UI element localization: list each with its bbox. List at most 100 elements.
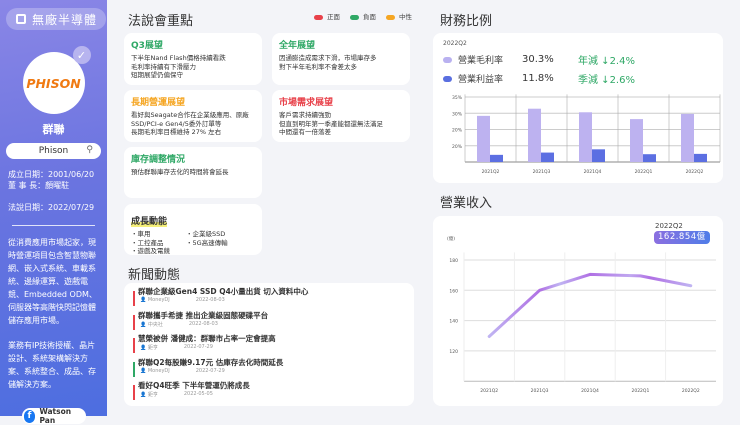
news-item[interactable]: 群聯企業級Gen4 SSD Q4小量出貨 切入資料中心👤 MoneyDJ 2022… — [130, 286, 408, 310]
y-tick-label: 120 — [449, 349, 458, 355]
news-date: 2022-08-03 — [189, 321, 218, 328]
user-icon: 👤 — [140, 322, 148, 328]
revenue-title: 營業收入 — [440, 192, 492, 211]
card-body: 預估群聯庫存去化的時間將會延長 — [131, 168, 255, 177]
bar-operating-margin — [541, 153, 554, 162]
sentiment-bar — [133, 385, 135, 400]
bar-operating-margin — [490, 155, 503, 162]
finance-card: 2022Q2 營業毛利率30.3%年減 ↓2.4%營業利益率11.8%季減 ↓2… — [433, 33, 723, 183]
card-growth: 成長動能 ・車用・企業級SSD・工控產品・5G高速傳輸・遊戲及電競 — [124, 204, 262, 255]
news-date: 2022-07-29 — [184, 344, 213, 351]
card-body: 客戶需求持續強勁 但直到明年第一季產能都還無法滿足 中間還有一倍落差 — [279, 111, 403, 137]
news-date: 2022-07-29 — [196, 368, 225, 374]
company-name: 群聯 — [8, 121, 99, 137]
legend-swatch — [386, 15, 395, 20]
card-title: 成長動能 — [131, 214, 167, 227]
card-body: 因通膨造成需求下滑，市場庫存多 對下半年毛利率不會差太多 — [279, 54, 403, 71]
x-tick-label: 2022Q2 — [682, 388, 700, 394]
news-title: 新聞動態 — [128, 264, 180, 283]
news-headline[interactable]: 看好Q4旺季 下半年營運仍將成長 — [138, 380, 408, 391]
bar-gross-margin — [630, 119, 643, 162]
sentiment-bar — [133, 362, 135, 377]
news-source: 👤 鉅亨 — [140, 344, 158, 351]
news-date: 2022-05-05 — [184, 391, 213, 398]
x-tick-label: 2021Q4 — [581, 388, 599, 394]
news-headline[interactable]: 群聯攜手希捷 推出企業級固態硬碟平台 — [138, 310, 408, 321]
revenue-card: 2022Q2 162.854億 (億) 1201401601802021Q220… — [433, 216, 723, 406]
news-item[interactable]: 慧榮被併 潘健成：群聯市占率一定會提高👤 鉅亨 2022-07-29 — [130, 333, 408, 357]
bar-gross-margin — [528, 109, 541, 162]
y-tick-label: 180 — [449, 258, 458, 264]
search-input[interactable]: Phison⚲ — [6, 143, 101, 159]
card-body: 下半年Nand Flash價格持續看跌 毛利率持續有下滑壓力 短期展望仍偏保守 — [131, 54, 255, 80]
card-title: 庫存調整情況 — [131, 152, 255, 165]
legend-item: 負面 — [350, 11, 376, 21]
search-icon[interactable]: ⚲ — [86, 145, 93, 155]
news-source: 👤 MoneyDJ — [140, 297, 170, 303]
verified-check-icon: ✓ — [73, 46, 91, 64]
y-tick-label: 35% — [452, 95, 463, 101]
highlight-card: 長期營運展望看好與Seagate合作在企業級應用、原廠 SSD/PCI-e Ge… — [124, 90, 262, 142]
chairman: 董 事 長：顏曜駐 — [8, 180, 99, 191]
conference-date: 法說日期：2022/07/29 — [8, 202, 99, 213]
growth-item: ・企業級SSD — [186, 230, 255, 239]
legend-swatch — [314, 15, 323, 20]
bar-operating-margin — [694, 154, 707, 162]
news-item[interactable]: 群聯Q2每股賺9.17元 估庫存去化時間延長👤 MoneyDJ2022-07-2… — [130, 357, 408, 381]
highlights-title: 法說會重點 — [128, 10, 193, 29]
x-tick-label: 2021Q3 — [533, 169, 551, 175]
bar-gross-margin — [477, 116, 490, 162]
y-tick-label: 140 — [449, 319, 458, 325]
growth-item: ・遊戲及電競 — [131, 247, 186, 256]
user-icon: 👤 — [140, 392, 148, 398]
highlight-card: Q3展望下半年Nand Flash價格持續看跌 毛利率持續有下滑壓力 短期展望仍… — [124, 33, 262, 85]
author-link[interactable]: fWatson Pan — [22, 408, 86, 424]
card-title: 長期營運展望 — [131, 95, 255, 108]
news-item[interactable]: 看好Q4旺季 下半年營運仍將成長👤 鉅亨2022-05-05 — [130, 380, 408, 404]
growth-item: ・車用 — [131, 230, 186, 239]
y-tick-label: 20% — [452, 144, 463, 150]
y-tick-label: 20% — [452, 128, 463, 134]
card-title: Q3展望 — [131, 38, 255, 51]
sentiment-bar — [133, 291, 135, 306]
legend-swatch — [350, 15, 359, 20]
bar-operating-margin — [592, 149, 605, 162]
legend-item: 正面 — [314, 11, 340, 21]
news-headline[interactable]: 慧榮被併 潘健成：群聯市占率一定會提高 — [138, 333, 408, 344]
card-body: 看好與Seagate合作在企業級應用、原廠 SSD/PCI-e Gen4/5委外… — [131, 111, 255, 137]
bar-gross-margin — [681, 114, 694, 162]
news-headline[interactable]: 群聯企業級Gen4 SSD Q4小量出貨 切入資料中心 — [138, 286, 408, 297]
highlight-card: 市場需求展望客戶需求持續強勁 但直到明年第一季產能都還無法滿足 中間還有一倍落差 — [272, 90, 410, 142]
revenue-line — [489, 274, 691, 336]
category-badge[interactable]: 無廠半導體 — [6, 8, 106, 30]
legend-item: 中性 — [386, 11, 412, 21]
user-icon: 👤 — [140, 368, 148, 374]
x-tick-label: 2021Q4 — [584, 169, 602, 175]
divider — [12, 225, 95, 226]
finance-title: 財務比例 — [440, 10, 492, 29]
highlight-card: 全年展望因通膨造成需求下滑，市場庫存多 對下半年毛利率不會差太多 — [272, 33, 410, 85]
news-item[interactable]: 群聯攜手希捷 推出企業級固態硬碟平台👤 中央社 2022-08-03 — [130, 310, 408, 334]
sidebar: 無廠半導體 PHISON✓ 群聯 Phison⚲ 成立日期：2001/06/20… — [0, 0, 107, 416]
growth-item: ・5G高速傳輸 — [186, 239, 255, 248]
news-headline[interactable]: 群聯Q2每股賺9.17元 估庫存去化時間延長 — [138, 357, 408, 368]
user-icon: 👤 — [140, 345, 148, 351]
sentiment-bar — [133, 315, 135, 330]
highlight-card: 庫存調整情況預估群聯庫存去化的時間將會延長 — [124, 147, 262, 198]
x-tick-label: 2022Q1 — [635, 169, 653, 175]
growth-item: ・工控產品 — [131, 239, 186, 248]
x-tick-label: 2021Q2 — [480, 388, 498, 394]
x-tick-label: 2021Q2 — [482, 169, 500, 175]
x-tick-label: 2021Q3 — [531, 388, 549, 394]
chip-icon — [16, 14, 26, 24]
news-source: 👤 中央社 — [140, 321, 163, 328]
founded-date: 成立日期：2001/06/20 — [8, 169, 99, 180]
user-icon: 👤 — [140, 297, 148, 303]
x-tick-label: 2022Q1 — [631, 388, 649, 394]
card-title: 市場需求展望 — [279, 95, 403, 108]
news-date: 2022-08-03 — [196, 297, 225, 303]
facebook-icon: f — [24, 410, 36, 423]
margin-bar-chart: 20% 20% 30% 35% 2021Q2 2021Q3 2021Q4 2022Q12022… — [433, 33, 723, 183]
y-tick-label: 30% — [452, 111, 463, 117]
business-description: 業務有IP技術授權、晶片設計、系統架構解決方案、系統整合、成品、存儲解決方案。 — [8, 339, 99, 391]
